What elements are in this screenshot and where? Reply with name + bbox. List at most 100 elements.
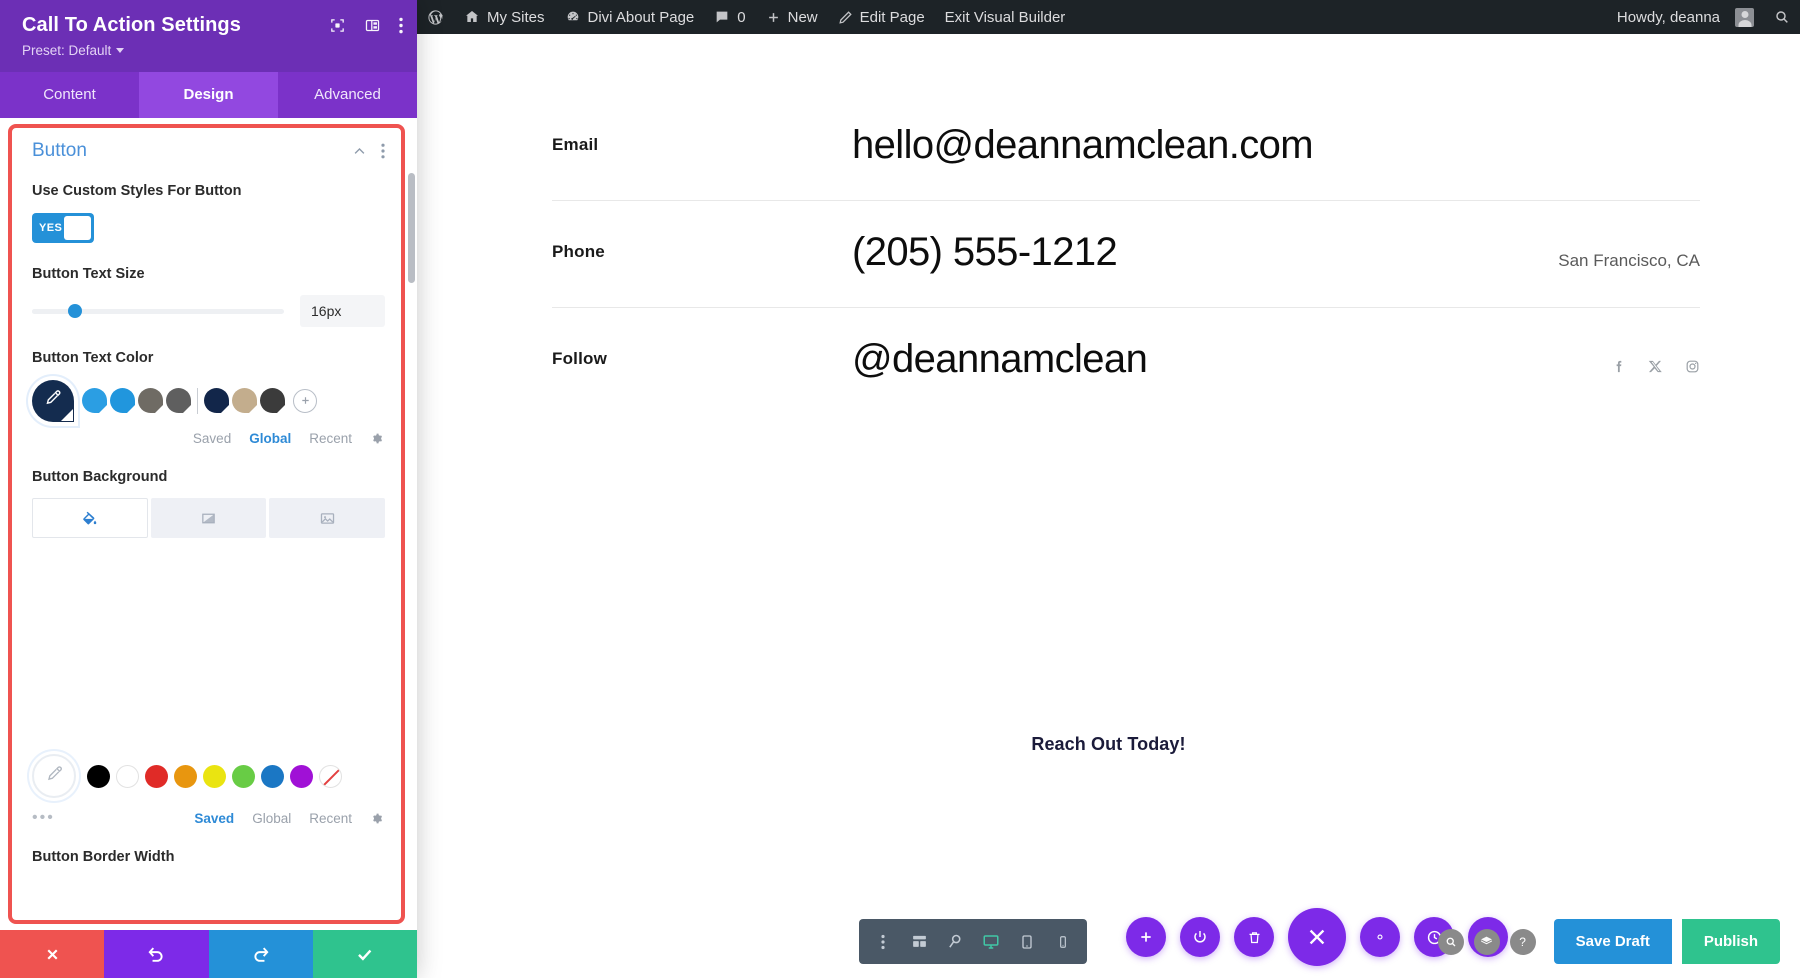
facebook-icon[interactable] bbox=[1611, 359, 1626, 374]
color-swatch[interactable] bbox=[260, 388, 285, 414]
contact-row-phone[interactable]: Phone (205) 555-1212 San Francisco, CA bbox=[552, 201, 1700, 308]
palette-swatch[interactable] bbox=[203, 764, 226, 788]
wordpress-logo-button[interactable] bbox=[417, 0, 454, 34]
trash-icon[interactable] bbox=[1234, 917, 1274, 957]
color-tab-recent[interactable]: Recent bbox=[309, 431, 352, 446]
custom-styles-toggle[interactable]: YES bbox=[32, 212, 94, 243]
panel-scrollbar-thumb[interactable] bbox=[408, 173, 415, 283]
section-title: Button bbox=[32, 140, 87, 161]
adminbar-search-button[interactable] bbox=[1764, 0, 1800, 34]
text-size-slider[interactable] bbox=[32, 304, 284, 319]
color-swatch[interactable] bbox=[138, 388, 163, 414]
contact-row-email[interactable]: Email hello@deannamclean.com bbox=[552, 94, 1700, 201]
image-icon[interactable] bbox=[269, 498, 386, 539]
save-button[interactable] bbox=[312, 930, 417, 978]
layout-columns-icon[interactable] bbox=[364, 17, 381, 34]
bg-color-tabs: Saved Global Recent bbox=[194, 811, 385, 826]
eyedropper-icon bbox=[45, 389, 62, 411]
builder-right-tools: ? Save Draft Publish bbox=[1437, 919, 1780, 964]
ellipsis-icon[interactable]: ••• bbox=[32, 809, 55, 827]
redo-button[interactable] bbox=[208, 930, 313, 978]
selected-color-swatch[interactable] bbox=[32, 379, 74, 422]
background-selected-swatch[interactable] bbox=[32, 754, 76, 799]
avatar bbox=[1735, 7, 1754, 27]
undo-button[interactable] bbox=[104, 930, 209, 978]
add-module-icon[interactable] bbox=[1126, 917, 1166, 957]
palette-swatch[interactable] bbox=[261, 764, 284, 788]
cancel-button[interactable] bbox=[0, 930, 105, 978]
new-content-menu[interactable]: New bbox=[756, 0, 828, 34]
tablet-icon[interactable] bbox=[1009, 919, 1045, 964]
help-icon[interactable]: ? bbox=[1509, 928, 1536, 955]
tab-advanced[interactable]: Advanced bbox=[278, 72, 417, 118]
search-icon[interactable] bbox=[1437, 928, 1464, 955]
text-color-label: Button Text Color bbox=[32, 350, 154, 367]
color-swatch[interactable] bbox=[82, 388, 107, 414]
background-palette-tabs: ••• Saved Global Recent bbox=[32, 809, 385, 827]
text-size-input[interactable] bbox=[300, 295, 385, 328]
zoom-out-icon[interactable] bbox=[937, 919, 973, 964]
more-options-icon[interactable] bbox=[865, 919, 901, 964]
contact-list: Email hello@deannamclean.com Phone (205)… bbox=[552, 94, 1700, 414]
palette-swatch[interactable] bbox=[290, 764, 313, 788]
palette-swatch[interactable] bbox=[145, 764, 168, 788]
add-color-button[interactable] bbox=[293, 388, 317, 413]
account-menu[interactable]: Howdy, deanna bbox=[1607, 0, 1764, 34]
bg-tab-recent[interactable]: Recent bbox=[309, 811, 352, 826]
palette-swatch[interactable] bbox=[232, 764, 255, 788]
palette-swatch-none[interactable] bbox=[319, 764, 342, 788]
bg-tab-global[interactable]: Global bbox=[252, 811, 291, 826]
color-swatch[interactable] bbox=[166, 388, 191, 414]
responsive-preview-icon[interactable] bbox=[329, 17, 346, 34]
comments-menu[interactable]: 0 bbox=[704, 0, 755, 34]
tab-content[interactable]: Content bbox=[0, 72, 139, 118]
section-actions bbox=[352, 143, 385, 159]
kebab-menu-icon[interactable] bbox=[381, 143, 385, 159]
edit-page-link[interactable]: Edit Page bbox=[828, 0, 935, 34]
layers-icon[interactable] bbox=[1473, 928, 1500, 955]
wireframe-icon[interactable] bbox=[901, 919, 937, 964]
settings-gear-icon[interactable] bbox=[1360, 917, 1400, 957]
save-draft-button[interactable]: Save Draft bbox=[1553, 919, 1672, 964]
my-sites-icon bbox=[464, 9, 480, 25]
eyedropper-icon bbox=[46, 765, 63, 787]
x-twitter-icon[interactable] bbox=[1648, 359, 1663, 374]
divi-builder-bar: ? Save Draft Publish bbox=[834, 906, 1800, 978]
palette-swatch[interactable] bbox=[116, 764, 139, 788]
contact-row-follow[interactable]: Follow @deannamclean bbox=[552, 308, 1700, 414]
text-size-control bbox=[32, 295, 385, 328]
gear-icon[interactable] bbox=[370, 432, 383, 445]
site-name-menu[interactable]: Divi About Page bbox=[555, 0, 705, 34]
color-swatch[interactable] bbox=[232, 388, 257, 414]
power-toggle-icon[interactable] bbox=[1180, 917, 1220, 957]
gradient-icon[interactable] bbox=[150, 498, 267, 539]
text-size-label: Button Text Size bbox=[32, 265, 145, 282]
slider-knob[interactable] bbox=[67, 304, 82, 319]
wp-admin-bar: My Sites Divi About Page 0 New Edit Page… bbox=[417, 0, 1800, 34]
paint-bucket-icon[interactable] bbox=[32, 498, 148, 539]
close-builder-icon[interactable] bbox=[1288, 908, 1346, 966]
phone-icon[interactable] bbox=[1045, 919, 1081, 964]
instagram-icon[interactable] bbox=[1685, 359, 1700, 374]
my-sites-label: My Sites bbox=[487, 8, 545, 26]
gear-icon[interactable] bbox=[370, 812, 383, 825]
plus-icon bbox=[766, 10, 781, 25]
chevron-up-icon[interactable] bbox=[352, 144, 367, 159]
color-tab-global[interactable]: Global bbox=[249, 431, 291, 446]
my-sites-menu[interactable]: My Sites bbox=[454, 0, 555, 34]
palette-swatch[interactable] bbox=[174, 764, 197, 788]
preset-selector[interactable]: Preset: Default bbox=[22, 43, 125, 58]
palette-swatch[interactable] bbox=[87, 764, 110, 788]
color-tab-saved[interactable]: Saved bbox=[193, 431, 231, 446]
view-mode-switcher bbox=[859, 919, 1087, 964]
desktop-icon[interactable] bbox=[973, 919, 1009, 964]
exit-visual-builder-label: Exit Visual Builder bbox=[944, 8, 1066, 26]
bg-tab-saved[interactable]: Saved bbox=[194, 811, 234, 826]
exit-visual-builder-link[interactable]: Exit Visual Builder bbox=[935, 0, 1076, 34]
color-swatch[interactable] bbox=[110, 388, 135, 414]
publish-button[interactable]: Publish bbox=[1681, 919, 1780, 964]
color-swatch[interactable] bbox=[204, 388, 229, 414]
tab-design[interactable]: Design bbox=[139, 72, 278, 118]
pencil-icon bbox=[838, 10, 853, 25]
kebab-menu-icon[interactable] bbox=[399, 17, 403, 34]
